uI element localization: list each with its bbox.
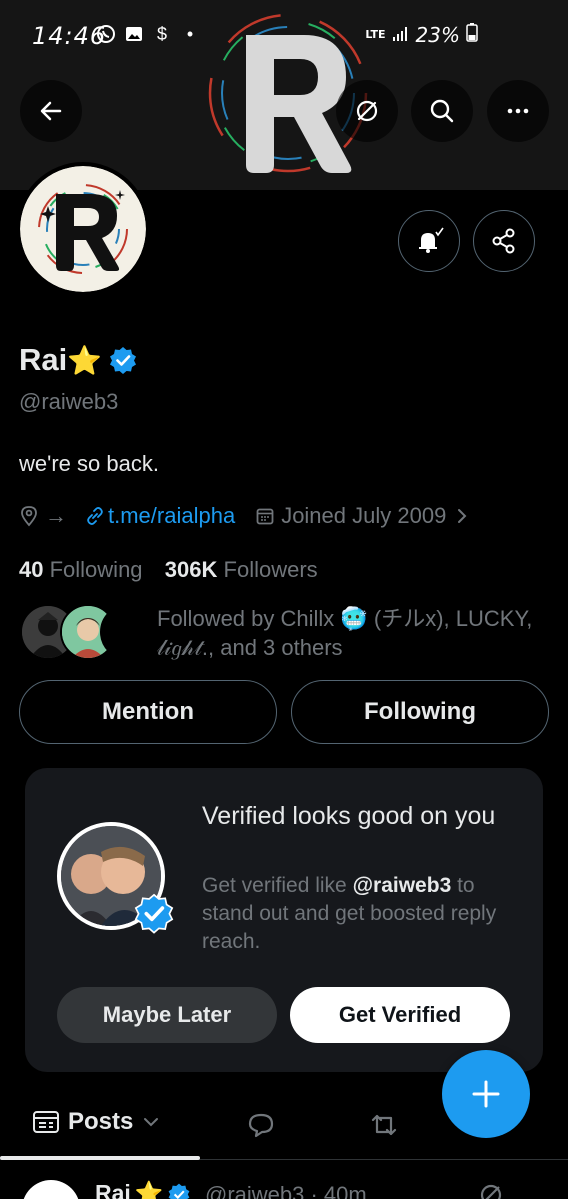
verified-badge-icon	[169, 1183, 190, 1199]
following-count-link[interactable]: 40 Following	[19, 557, 143, 582]
calendar-icon	[256, 508, 274, 525]
grok-button[interactable]	[336, 80, 398, 142]
more-button[interactable]	[487, 80, 549, 142]
share-icon	[492, 228, 515, 254]
post-preview[interactable]: Rai ⭐ @raiweb3 · 40m	[0, 1170, 568, 1199]
repost-icon[interactable]	[369, 1110, 399, 1140]
verified-promo-card: Verified looks good on you Get verified …	[25, 768, 543, 1072]
tab-posts-label: Posts	[68, 1108, 134, 1135]
follow-counts: 40 Following 306K Followers	[19, 557, 318, 583]
profile-name-row: Rai ⭐	[19, 342, 138, 378]
chevron-right-icon[interactable]	[452, 506, 472, 526]
get-verified-button[interactable]: Get Verified	[290, 987, 510, 1043]
plus-icon	[472, 1080, 500, 1108]
share-button[interactable]	[473, 210, 535, 272]
following-count: 40	[19, 557, 44, 582]
tab-posts[interactable]: Posts	[32, 1108, 161, 1136]
profile-avatar[interactable]	[16, 162, 150, 296]
profile-link[interactable]: t.me/raialpha	[108, 503, 235, 529]
verified-badge-icon	[134, 893, 174, 934]
mention-button[interactable]: Mention	[19, 680, 277, 744]
verified-badge-icon	[110, 347, 137, 374]
status-bar: 14:46 $ • LTE 23%	[0, 0, 568, 70]
following-label: Following	[49, 557, 143, 582]
compose-button[interactable]	[442, 1050, 530, 1138]
follower-avatar	[100, 604, 156, 660]
arrow-left-icon	[40, 101, 62, 121]
lte-icon: LTE	[365, 27, 386, 41]
promo-subtitle: Get verified like @raiweb3 to stand out …	[202, 874, 497, 953]
chevron-down-icon	[144, 1118, 159, 1127]
profile-handle: @raiweb3	[19, 389, 119, 414]
post-avatar	[22, 1180, 80, 1199]
dot-icon: •	[186, 24, 194, 44]
post-handle-time: @raiweb3 · 40m	[205, 1182, 367, 1199]
notifications-button[interactable]	[398, 210, 460, 272]
grok-icon	[356, 100, 378, 122]
posts-icon	[33, 1111, 59, 1133]
joined-text: Joined July 2009	[281, 503, 447, 528]
promo-title: Verified looks good on you	[202, 802, 496, 830]
search-icon	[430, 99, 454, 123]
link-icon	[87, 507, 103, 525]
signal-icon	[392, 23, 410, 47]
whatsapp-icon	[96, 24, 116, 44]
battery-icon	[466, 22, 478, 47]
star-emoji: ⭐	[67, 344, 103, 376]
profile-name: Rai	[19, 342, 68, 377]
avatar-logo-icon	[20, 166, 146, 292]
gallery-icon	[124, 24, 144, 44]
reply-icon[interactable]	[246, 1110, 276, 1140]
dollar-icon: $	[156, 24, 167, 44]
more-icon	[507, 108, 529, 114]
bell-check-icon	[419, 227, 444, 253]
battery-text: 23%	[415, 22, 460, 47]
followers-count: 306K	[164, 557, 218, 582]
followers-label: Followers	[223, 557, 318, 582]
followed-by-text[interactable]: Followed by Chillx 🥶 (チルx), LUCKY, 𝓁𝒾𝑔𝒽𝓉…	[157, 604, 557, 662]
promo-handle: @raiweb3	[352, 874, 452, 897]
post-author-emoji: ⭐	[134, 1180, 164, 1199]
tab-active-indicator	[0, 1156, 200, 1160]
grok-icon[interactable]	[478, 1182, 504, 1199]
followed-by-avatars[interactable]	[20, 604, 156, 660]
location-icon	[21, 506, 37, 527]
search-button[interactable]	[411, 80, 473, 142]
maybe-later-button[interactable]: Maybe Later	[57, 987, 277, 1043]
profile-bio: we're so back.	[19, 451, 159, 476]
profile-meta: → t.me/raialpha Joined July 2009	[19, 503, 472, 529]
location-text: →	[45, 503, 67, 528]
following-button[interactable]: Following	[291, 680, 549, 744]
post-author-name: Rai	[95, 1180, 131, 1199]
followers-count-link[interactable]: 306K Followers	[165, 557, 318, 582]
back-button[interactable]	[20, 80, 82, 142]
